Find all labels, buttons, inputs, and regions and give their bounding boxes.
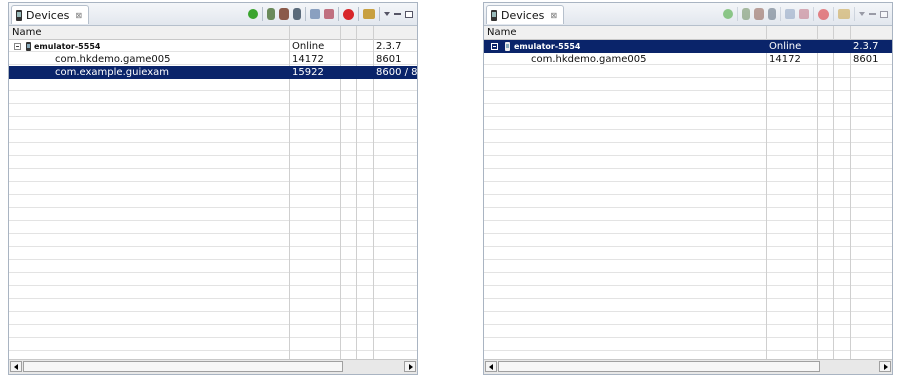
- arrow-right-icon: [409, 364, 413, 370]
- scrollbar-thumb[interactable]: [23, 361, 343, 372]
- devices-view-right: Devices ⊠ Name emulator-5554 Online 2.3.…: [483, 2, 893, 375]
- method-profiling-icon[interactable]: [799, 9, 809, 19]
- scroll-right-button[interactable]: [879, 361, 891, 372]
- column-divider: [850, 26, 851, 360]
- view-menu-icon[interactable]: [859, 12, 865, 16]
- cause-gc-icon[interactable]: [768, 8, 776, 20]
- view-toolbar: [248, 6, 413, 22]
- debug-process-icon[interactable]: [248, 9, 258, 19]
- process-port: 8601: [853, 54, 879, 65]
- arrow-left-icon: [489, 364, 493, 370]
- device-state: Online: [292, 41, 325, 52]
- toolbar-separator: [737, 7, 738, 21]
- dump-hprof-icon[interactable]: [279, 8, 289, 20]
- table-row[interactable]: com.example.guiexam 15922 8600 / 8: [9, 66, 417, 79]
- devices-view-left: Devices ⊠ Name emulator-5554 Online 2.3.…: [8, 2, 418, 375]
- device-icon: [505, 42, 510, 51]
- process-name: com.hkdemo.game005: [531, 54, 647, 65]
- table-row[interactable]: com.hkdemo.game005 14172 8601: [9, 53, 417, 66]
- column-header-name[interactable]: Name: [9, 26, 42, 39]
- scrollbar-thumb[interactable]: [498, 361, 820, 372]
- tab-devices[interactable]: Devices ⊠: [11, 5, 90, 24]
- tab-devices[interactable]: Devices ⊠: [486, 5, 565, 24]
- toolbar-separator: [305, 7, 306, 21]
- device-name: emulator-5554: [514, 42, 581, 51]
- table-row[interactable]: emulator-5554 Online 2.3.7: [484, 40, 892, 53]
- horizontal-scrollbar[interactable]: [9, 359, 417, 374]
- maximize-icon[interactable]: [880, 10, 888, 18]
- view-titlebar: Devices ⊠: [9, 3, 417, 26]
- devices-table: Name emulator-5554 Online 2.3.7 com.hkde…: [9, 26, 417, 360]
- toolbar-separator: [854, 7, 855, 21]
- toolbar-separator: [262, 7, 263, 21]
- tab-title: Devices: [501, 8, 545, 22]
- column-divider: [817, 26, 818, 360]
- stop-process-icon[interactable]: [343, 8, 354, 20]
- device-icon: [491, 9, 497, 21]
- tab-title: Devices: [26, 8, 70, 22]
- toolbar-separator: [338, 7, 339, 21]
- close-icon[interactable]: ⊠: [75, 11, 82, 20]
- screen-capture-icon[interactable]: [838, 9, 850, 19]
- close-icon[interactable]: ⊠: [550, 11, 557, 20]
- cause-gc-icon[interactable]: [293, 8, 301, 20]
- device-version: 2.3.7: [376, 41, 402, 52]
- process-name: com.example.guiexam: [55, 67, 169, 78]
- update-heap-icon[interactable]: [267, 8, 275, 20]
- view-menu-icon[interactable]: [384, 12, 390, 16]
- method-profiling-icon[interactable]: [324, 9, 334, 19]
- view-titlebar: Devices ⊠: [484, 3, 892, 26]
- table-header: Name: [484, 26, 892, 40]
- column-divider: [833, 26, 834, 360]
- minimize-icon[interactable]: [394, 13, 401, 15]
- table-row[interactable]: com.hkdemo.game005 14172 8601: [484, 53, 892, 66]
- maximize-icon[interactable]: [405, 10, 413, 18]
- device-state: Online: [769, 41, 802, 52]
- scroll-right-button[interactable]: [404, 361, 416, 372]
- device-name: emulator-5554: [34, 42, 101, 51]
- device-icon: [16, 9, 22, 21]
- dump-hprof-icon[interactable]: [754, 8, 764, 20]
- collapse-icon[interactable]: [491, 43, 498, 50]
- toolbar-separator: [358, 7, 359, 21]
- devices-table: Name emulator-5554 Online 2.3.7 com.hkde…: [484, 26, 892, 360]
- process-name: com.hkdemo.game005: [55, 54, 171, 65]
- column-header-name[interactable]: Name: [484, 26, 517, 39]
- stop-process-icon[interactable]: [818, 8, 829, 20]
- debug-process-icon[interactable]: [723, 9, 733, 19]
- process-pid: 14172: [292, 54, 324, 65]
- update-threads-icon[interactable]: [310, 9, 320, 19]
- process-pid: 15922: [292, 67, 324, 78]
- horizontal-scrollbar[interactable]: [484, 359, 892, 374]
- update-threads-icon[interactable]: [785, 9, 795, 19]
- process-port: 8601: [376, 54, 402, 65]
- toolbar-separator: [780, 7, 781, 21]
- view-toolbar: [723, 6, 888, 22]
- column-divider: [766, 26, 767, 360]
- scroll-left-button[interactable]: [10, 361, 22, 372]
- toolbar-separator: [833, 7, 834, 21]
- minimize-icon[interactable]: [869, 13, 876, 15]
- update-heap-icon[interactable]: [742, 8, 750, 20]
- screen-capture-icon[interactable]: [363, 9, 375, 19]
- table-row[interactable]: emulator-5554 Online 2.3.7: [9, 40, 417, 53]
- device-icon: [26, 42, 31, 51]
- scroll-left-button[interactable]: [485, 361, 497, 372]
- process-pid: 14172: [769, 54, 801, 65]
- toolbar-separator: [813, 7, 814, 21]
- arrow-right-icon: [884, 364, 888, 370]
- device-version: 2.3.7: [853, 41, 879, 52]
- arrow-left-icon: [14, 364, 18, 370]
- collapse-icon[interactable]: [14, 43, 21, 50]
- process-port: 8600 / 8: [376, 67, 417, 78]
- toolbar-separator: [379, 7, 380, 21]
